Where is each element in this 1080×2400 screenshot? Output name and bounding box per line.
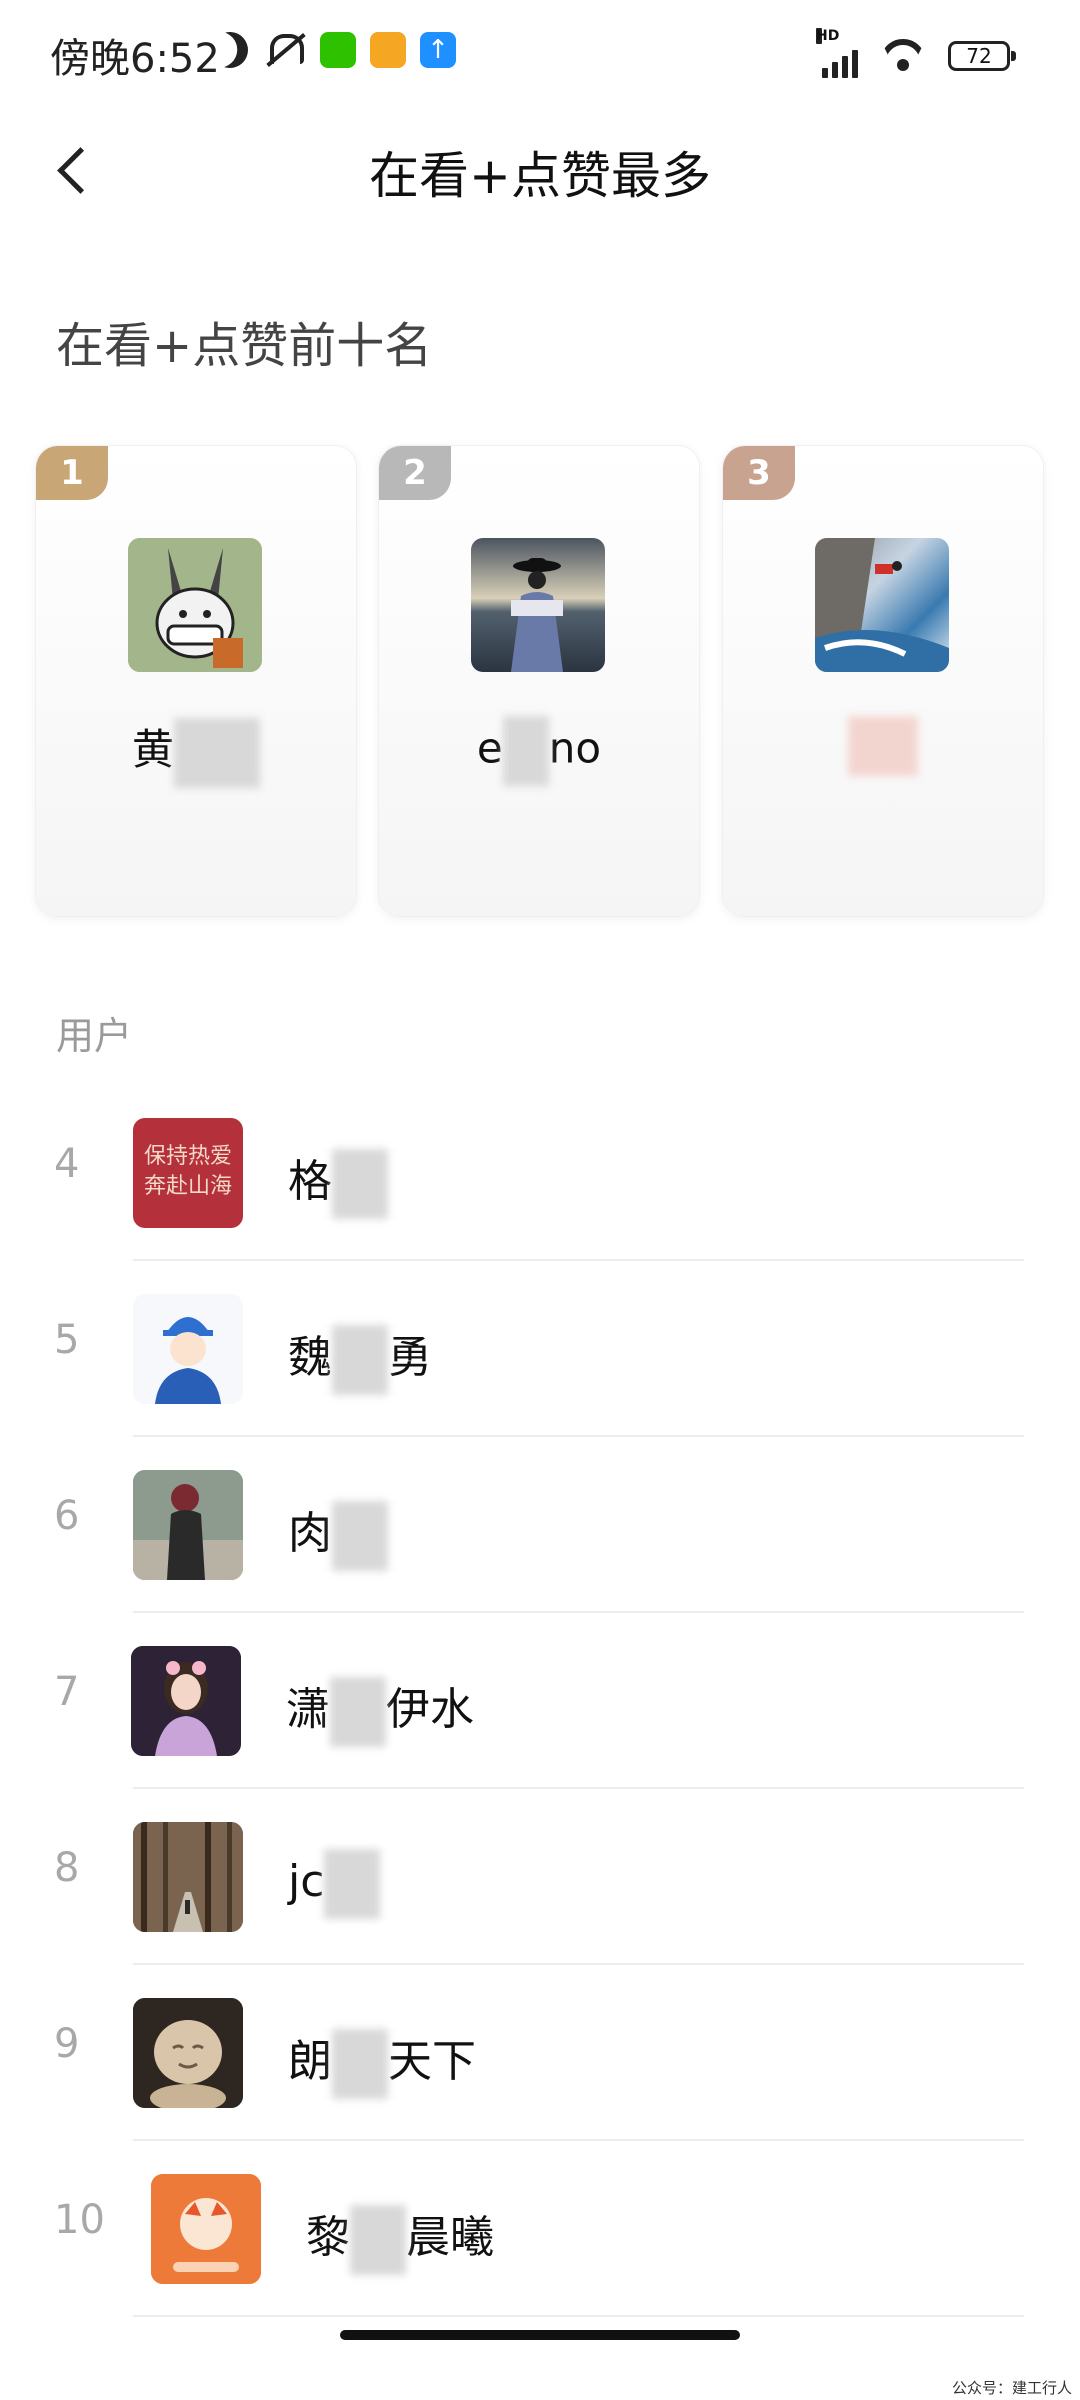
top-card-name: e no bbox=[379, 716, 699, 786]
avatar bbox=[133, 1998, 243, 2108]
list-item[interactable]: 9 朗 天下 bbox=[0, 1965, 1080, 2141]
top-card-1[interactable]: 1 黄 bbox=[35, 445, 357, 917]
name-visible-end: 勇 bbox=[388, 1332, 432, 1383]
list-item[interactable]: 8 jc bbox=[0, 1789, 1080, 1965]
moon-icon bbox=[207, 27, 253, 73]
rank-number: 7 bbox=[54, 1669, 80, 1715]
top-card-name bbox=[723, 716, 1043, 776]
list-item[interactable]: 5 魏勇 bbox=[0, 1261, 1080, 1437]
name-visible-end: 伊水 bbox=[386, 1684, 474, 1735]
blurred-name bbox=[332, 1149, 388, 1219]
name-visible-start: 魏 bbox=[288, 1332, 332, 1383]
name-visible-end: 晨曦 bbox=[406, 2212, 494, 2263]
wechat-app-icon bbox=[320, 32, 356, 68]
watermark: 公众号：建工行人 bbox=[951, 2379, 1072, 2397]
rank-number: 6 bbox=[54, 1493, 80, 1539]
blue-upload-app-icon bbox=[420, 32, 456, 68]
blurred-name bbox=[332, 1325, 388, 1395]
avatar bbox=[131, 1646, 241, 1756]
avatar bbox=[128, 538, 262, 672]
avatar bbox=[151, 2174, 261, 2284]
bell-off-icon bbox=[262, 30, 306, 70]
wifi-icon bbox=[880, 39, 926, 73]
name-visible-end: no bbox=[548, 723, 602, 773]
battery-level: 72 bbox=[966, 44, 992, 68]
name-visible-end: 天下 bbox=[388, 2036, 476, 2087]
rank-number: 8 bbox=[54, 1845, 80, 1891]
list-item[interactable]: 6 肉 bbox=[0, 1437, 1080, 1613]
rank-number: 9 bbox=[54, 2021, 80, 2067]
list-item[interactable]: 4 保持热爱 奔赴山海 格 bbox=[0, 1085, 1080, 1261]
name-visible-start: 潇 bbox=[286, 1684, 330, 1735]
status-system-icons: HD 72 bbox=[816, 28, 1016, 78]
avatar bbox=[133, 1470, 243, 1580]
rank-badge: 2 bbox=[379, 446, 451, 500]
name-visible-start: jc bbox=[288, 1856, 325, 1907]
user-name: 肉 bbox=[288, 1497, 388, 1571]
name-visible-start: e bbox=[476, 723, 503, 773]
blurred-name bbox=[502, 716, 549, 786]
avatar: 保持热爱 奔赴山海 bbox=[133, 1118, 243, 1228]
top-card-2[interactable]: 2 e no bbox=[378, 445, 700, 917]
blurred-name bbox=[350, 2205, 406, 2275]
signal-icon: HD bbox=[816, 28, 858, 78]
blurred-name bbox=[332, 1501, 388, 1571]
orange-app-icon bbox=[370, 32, 406, 68]
status-notification-icons bbox=[212, 30, 456, 70]
divider bbox=[133, 2315, 1024, 2317]
list-item[interactable]: 10 黎 晨曦 bbox=[0, 2141, 1080, 2317]
rank-number: 4 bbox=[54, 1141, 80, 1187]
blurred-name bbox=[332, 2029, 388, 2099]
user-name: jc bbox=[288, 1849, 381, 1919]
top-card-3[interactable]: 3 bbox=[722, 445, 1044, 917]
status-bar: 傍晚6:52 HD 72 bbox=[0, 0, 1080, 110]
user-name: 魏勇 bbox=[288, 1321, 432, 1395]
blurred-name bbox=[174, 717, 260, 788]
avatar bbox=[133, 1822, 243, 1932]
name-visible-start: 朗 bbox=[288, 2036, 332, 2087]
top-card-name: 黄 bbox=[36, 716, 356, 788]
avatar bbox=[815, 538, 949, 672]
top-ten-title: 在看+点赞前十名 bbox=[56, 318, 433, 374]
avatar bbox=[471, 538, 605, 672]
avatar bbox=[133, 1294, 243, 1404]
user-name: 格 bbox=[288, 1145, 388, 1219]
status-time: 傍晚6:52 bbox=[50, 36, 220, 82]
user-name: 黎 晨曦 bbox=[306, 2201, 494, 2275]
name-visible-start: 黎 bbox=[306, 2212, 350, 2263]
users-section-label: 用户 bbox=[56, 1014, 133, 1058]
user-name: 朗 天下 bbox=[288, 2025, 476, 2099]
name-visible: 黄 bbox=[131, 725, 174, 774]
user-name: 潇 伊水 bbox=[286, 1673, 474, 1747]
blurred-name bbox=[848, 716, 918, 776]
network-type: HD bbox=[816, 28, 840, 44]
rank-badge: 1 bbox=[36, 446, 108, 500]
home-indicator[interactable] bbox=[340, 2330, 740, 2340]
blurred-name bbox=[330, 1677, 386, 1747]
list-item[interactable]: 7 潇 伊水 bbox=[0, 1613, 1080, 1789]
rank-badge: 3 bbox=[723, 446, 795, 500]
battery-icon: 72 bbox=[948, 41, 1016, 71]
rank-number: 5 bbox=[54, 1317, 80, 1363]
name-visible-start: 格 bbox=[288, 1156, 332, 1207]
name-visible-start: 肉 bbox=[288, 1508, 332, 1559]
rank-number: 10 bbox=[54, 2197, 105, 2243]
page-title: 在看+点赞最多 bbox=[369, 147, 711, 205]
blurred-name bbox=[324, 1849, 381, 1919]
